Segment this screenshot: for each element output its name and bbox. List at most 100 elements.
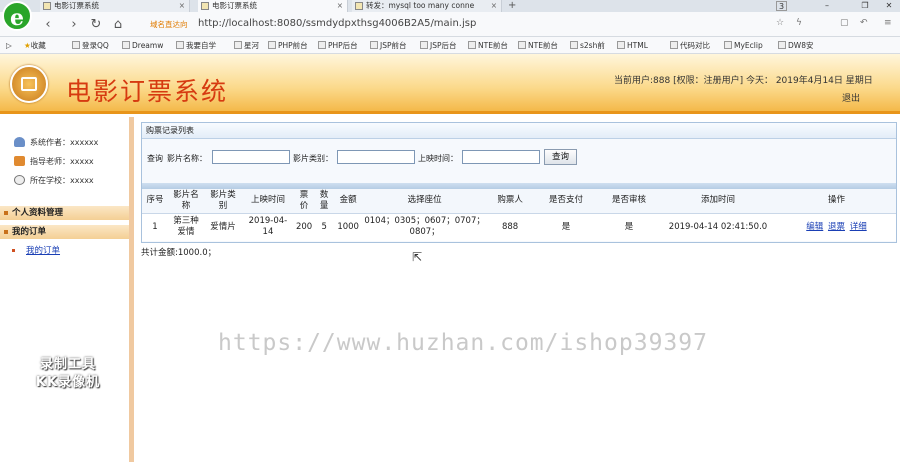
- cell-buyer: 888: [487, 213, 534, 241]
- page-icon: [355, 2, 363, 10]
- cell-movie-name: 第三种爱情: [167, 213, 204, 241]
- column-header: 序号: [142, 189, 168, 214]
- edit-link[interactable]: 编辑: [806, 222, 823, 232]
- bookmark-item[interactable]: ★收藏: [24, 40, 46, 51]
- table-row: 1 第三种爱情 爱情片 2019-04-14 200 5 1000 0104；0…: [142, 213, 896, 241]
- movie-name-label: 影片名称：: [167, 154, 207, 163]
- bookmark-item[interactable]: NTE前台: [468, 40, 508, 51]
- bookmark-item[interactable]: 我要自学: [176, 40, 216, 51]
- app-header: 电影订票系统 当前用户:888 [权限：注册用户] 今天： 2019年4月14日…: [0, 54, 900, 114]
- sidebar-subitem-my-orders[interactable]: 我的订单: [26, 244, 60, 256]
- cell-show-time: 2019-04-14: [241, 213, 294, 241]
- bookmark-icon: [617, 41, 625, 49]
- sidebar-item-profile[interactable]: 个人资料管理: [0, 206, 129, 220]
- close-window-button[interactable]: ✕: [880, 0, 898, 12]
- lightning-icon[interactable]: ϟ: [796, 18, 802, 28]
- more-icon[interactable]: ≡: [884, 18, 892, 28]
- clock-icon: [14, 175, 25, 185]
- refresh-icon[interactable]: ↻: [88, 17, 104, 33]
- cell-amount: 1000: [334, 213, 363, 241]
- watermark-text: https://www.huzhan.com/ishop39397: [218, 330, 708, 356]
- bookmark-item[interactable]: 代码对比: [670, 40, 710, 51]
- undo-icon[interactable]: ↶: [860, 18, 868, 28]
- close-icon[interactable]: ×: [337, 0, 343, 12]
- refund-link[interactable]: 退票: [828, 222, 845, 232]
- column-header: 是否审核: [599, 189, 660, 214]
- bookmark-item[interactable]: JSP后台: [420, 40, 457, 51]
- teacher-info: 指导老师：xxxxx: [14, 156, 94, 167]
- movie-type-label: 影片类别：: [293, 154, 333, 163]
- cell-audited: 是: [599, 213, 660, 241]
- browser-tab-3[interactable]: 转发：mysql too many conne ×: [352, 0, 502, 12]
- bookmark-icon: [122, 41, 130, 49]
- panel-title: 购票记录列表: [142, 123, 896, 139]
- orders-table: 序号 影片名称 影片类别 上映时间 票价 数量 金额 选择座位 购票人 是否支付…: [142, 189, 896, 241]
- forward-icon[interactable]: ›: [66, 17, 82, 33]
- sidebar-item-orders[interactable]: 我的订单: [0, 225, 129, 239]
- bookmark-item[interactable]: PHP后台: [318, 40, 358, 51]
- bookmark-item[interactable]: Dreamw: [122, 40, 163, 51]
- url-hint: 域名直达向: [150, 20, 188, 29]
- teacher-icon: [14, 156, 25, 166]
- page-icon: [201, 2, 209, 10]
- close-icon[interactable]: ×: [179, 0, 185, 12]
- movie-name-input[interactable]: [212, 150, 290, 164]
- bookmark-item[interactable]: HTML: [617, 40, 648, 51]
- bookmarks-bar: ▷ ★收藏 登录QQ Dreamw 我要自学 星河 PHP前台 PHP后台 JS…: [0, 37, 900, 54]
- menu-icon[interactable]: ▢: [840, 18, 849, 28]
- logout-link[interactable]: 退出: [842, 91, 860, 104]
- search-button[interactable]: 查询: [544, 149, 577, 165]
- bookmark-icon: [268, 41, 276, 49]
- cell-seats: 0104；0305；0607；0707；0807；: [362, 213, 488, 241]
- bookmark-item[interactable]: DW8安: [778, 40, 813, 51]
- user-icon: [14, 137, 25, 147]
- orders-panel: 购票记录列表 查询 影片名称： 影片类别： 上映时间： 查询 序号 影片名称 影…: [141, 122, 897, 243]
- bookmark-icon: [670, 41, 678, 49]
- recorder-line-2: KK录像机: [35, 375, 101, 390]
- bookmark-item[interactable]: MyEclip: [724, 40, 763, 51]
- bookmark-icon: [420, 41, 428, 49]
- bookmark-icon: [724, 41, 732, 49]
- sidebar-toggle-icon[interactable]: ▷: [6, 40, 12, 51]
- page-icon: [43, 2, 51, 10]
- author-info: 系统作者：xxxxxx: [14, 137, 98, 148]
- back-icon[interactable]: ‹: [40, 17, 56, 33]
- bookmark-icon: [318, 41, 326, 49]
- bookmark-item[interactable]: s2sh前: [570, 40, 605, 51]
- bookmark-item[interactable]: PHP前台: [268, 40, 308, 51]
- column-header: 是否支付: [533, 189, 600, 214]
- cell-quantity: 5: [314, 213, 335, 241]
- bookmark-star-icon[interactable]: ☆: [776, 18, 784, 28]
- bookmark-item[interactable]: NTE前台: [518, 40, 558, 51]
- recorder-line-1: 录制工具: [39, 357, 96, 372]
- film-logo-icon: [10, 65, 48, 103]
- bookmark-item[interactable]: 登录QQ: [72, 40, 109, 51]
- home-icon[interactable]: ⌂: [110, 17, 126, 33]
- movie-type-input[interactable]: [337, 150, 415, 164]
- bookmark-item[interactable]: JSP前台: [370, 40, 407, 51]
- minimize-button[interactable]: –: [818, 0, 836, 12]
- column-header: 添加时间: [659, 189, 777, 214]
- url-input[interactable]: http://localhost:8080/ssmdydpxthsg4006B2…: [198, 17, 476, 31]
- browser-tab-1[interactable]: 电影订票系统 ×: [40, 0, 190, 12]
- bookmark-item[interactable]: 星河: [234, 40, 259, 51]
- cell-movie-type: 爱情片: [203, 213, 242, 241]
- detail-link[interactable]: 详细: [850, 222, 867, 232]
- search-prefix: 查询: [147, 154, 163, 163]
- column-header: 影片类别: [203, 189, 242, 214]
- cell-paid: 是: [533, 213, 600, 241]
- close-icon[interactable]: ×: [491, 0, 497, 12]
- browser-tab-2[interactable]: 电影订票系统 ×: [198, 0, 348, 12]
- show-time-input[interactable]: [462, 150, 540, 164]
- user-info: 当前用户:888 [权限：注册用户] 今天： 2019年4月14日 星期日: [614, 76, 873, 86]
- maximize-button[interactable]: ❐: [856, 0, 874, 12]
- bookmark-icon: [518, 41, 526, 49]
- show-time-label: 上映时间：: [418, 154, 458, 163]
- bullet-icon: [12, 249, 15, 252]
- cell-actions: 编辑 退票 详细: [776, 213, 896, 241]
- new-tab-button[interactable]: +: [508, 0, 516, 12]
- sidebar: 系统作者：xxxxxx 指导老师：xxxxx 所在学校：xxxxx 个人资料管理…: [0, 117, 134, 462]
- bookmark-icon: [778, 41, 786, 49]
- star-icon: ★: [24, 41, 31, 50]
- bookmark-icon: [370, 41, 378, 49]
